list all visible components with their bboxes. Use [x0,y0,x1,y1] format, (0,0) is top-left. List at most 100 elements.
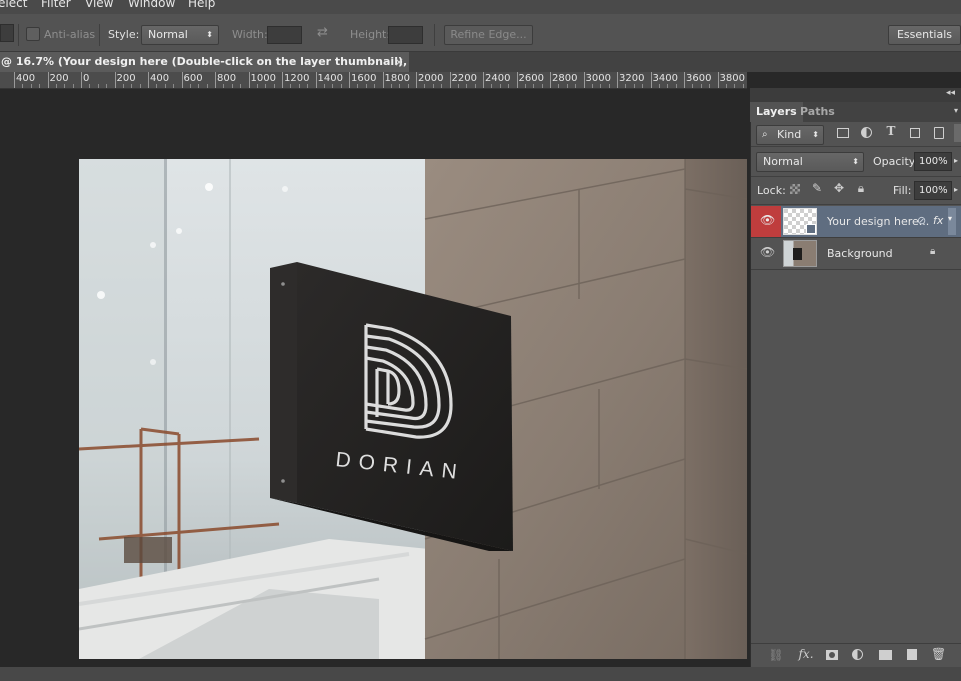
tab-paths[interactable]: Paths [794,102,841,122]
ruler-label: 2600 [518,73,544,84]
antialias-checkbox[interactable] [26,27,40,41]
layer-expand-toggle[interactable]: ▾ [948,208,956,235]
shape-filter-icon[interactable] [910,128,920,138]
menu-bar: elect Filter View Window Help [0,0,961,14]
ruler-minor-tick [332,84,334,88]
fill-input[interactable]: 100% [914,181,952,200]
ruler-tick [416,72,417,88]
filter-kind-select[interactable]: ⌕ Kind ⬍ [756,125,824,145]
ruler-label: 400 [150,73,170,84]
layer-row-background[interactable]: 👁︎ Background 🔒︎ [751,238,961,270]
width-input[interactable] [267,26,302,44]
ruler-minor-tick [164,84,166,88]
add-style-icon[interactable]: fx. [796,647,816,661]
adjustment-filter-icon[interactable] [861,127,872,138]
ruler-minor-tick [323,84,325,88]
lock-brush-icon[interactable]: ✎ [810,181,824,195]
ruler-minor-tick [64,84,66,88]
ruler-tick [215,72,216,88]
menu-view[interactable]: View [85,0,113,9]
fill-chevron-icon[interactable]: ▸ [954,185,958,194]
menu-window[interactable]: Window [128,0,175,9]
ruler-label: 3200 [619,73,645,84]
layer-name-design[interactable]: Your design here... [827,215,929,228]
link-layers-icon[interactable]: ⛓︎ [768,648,784,662]
type-filter-icon[interactable]: T [884,124,898,138]
style-select[interactable]: Normal ⬍ [141,25,219,45]
panel-tabs: Layers Paths ▾ [750,102,961,122]
trash-icon[interactable]: 🗑︎ [931,647,946,661]
ruler-tick [717,72,719,88]
ruler-minor-tick [457,84,459,88]
refine-edge-button[interactable]: Refine Edge... [444,25,533,45]
ruler-tick [315,72,317,88]
swap-icon[interactable]: ⇄ [317,25,328,40]
filter-toggle[interactable] [954,124,961,142]
ruler-minor-tick [566,84,568,88]
layer-name-background[interactable]: Background [827,247,893,260]
ruler-minor-tick [667,84,669,88]
collapse-icon[interactable]: ◂◂ [946,88,955,98]
ruler-tick [282,72,283,88]
height-input[interactable] [388,26,423,44]
ruler-tick [114,72,116,88]
layer-row-design[interactable]: 👁︎ Your design here... ⊘ fx ▾ [751,206,961,238]
ruler-label: 1400 [317,73,343,84]
horizontal-ruler: 400 200 0 200 400 600 800 1000 1200 1400 1600 1800 2… [0,72,747,89]
add-mask-icon[interactable] [826,650,838,660]
blend-mode-value: Normal [763,155,803,168]
smart-object-icon [806,224,816,234]
menu-filter[interactable]: Filter [41,0,71,9]
close-icon[interactable]: × [394,52,404,72]
lock-label: Lock: [757,184,786,197]
ruler-minor-tick [131,84,133,88]
feather-field[interactable] [0,24,14,42]
document-tab[interactable]: @ 16.7% (Your design here (Double-click … [0,52,409,72]
new-layer-icon[interactable] [907,649,917,660]
ruler-minor-tick [675,84,677,88]
ruler-minor-tick [499,84,501,88]
ruler-minor-tick [541,84,543,88]
document-canvas[interactable]: DORIAN [79,159,747,659]
ruler-minor-tick [139,84,141,88]
options-bar: Anti-alias Style: Normal ⬍ Width: ⇄ Heig… [0,14,961,52]
ruler-label: 3600 [686,73,712,84]
opacity-chevron-icon[interactable]: ▸ [954,156,958,165]
ruler-tick [449,72,451,88]
opacity-input[interactable]: 100% [914,152,952,171]
menu-select[interactable]: elect [0,0,27,9]
ruler-minor-tick [156,84,158,88]
style-value: Normal [148,28,188,41]
ruler-label: 600 [183,73,203,84]
panel-menu-icon[interactable]: ▾ [954,106,958,115]
pixel-filter-icon[interactable] [837,128,849,138]
ruler-minor-tick [700,84,702,88]
ruler-minor-tick [524,84,526,88]
status-bar [0,667,961,681]
ruler-label: 3400 [652,73,678,84]
ruler-minor-tick [97,84,99,88]
fx-icon[interactable]: fx [933,214,943,227]
ruler-minor-tick [642,84,644,88]
lock-move-icon[interactable]: ✥ [831,181,847,195]
ruler-minor-tick [441,84,443,88]
smartobject-filter-icon[interactable] [934,127,944,139]
new-group-folder-icon[interactable] [879,650,892,660]
new-adjustment-icon[interactable] [852,649,863,660]
menu-help[interactable]: Help [188,0,215,9]
lock-transparent-icon[interactable] [790,184,800,194]
ruler-tick [650,72,652,88]
layer-thumbnail-background[interactable] [783,240,817,267]
ruler-minor-tick [357,84,359,88]
visibility-toggle[interactable]: 👁︎ [751,206,781,237]
ruler-minor-tick [298,84,300,88]
workspace-button[interactable]: Essentials [888,25,961,45]
visibility-toggle[interactable]: 👁︎ [751,238,781,269]
ruler-minor-tick [89,84,91,88]
ruler-tick [583,72,585,88]
ruler-minor-tick [39,84,41,88]
layer-thumbnail-design[interactable] [783,208,817,235]
lock-all-icon[interactable]: 🔒︎ [854,181,868,196]
ruler-minor-tick [466,84,468,88]
blend-mode-select[interactable]: Normal ⬍ [756,152,864,172]
